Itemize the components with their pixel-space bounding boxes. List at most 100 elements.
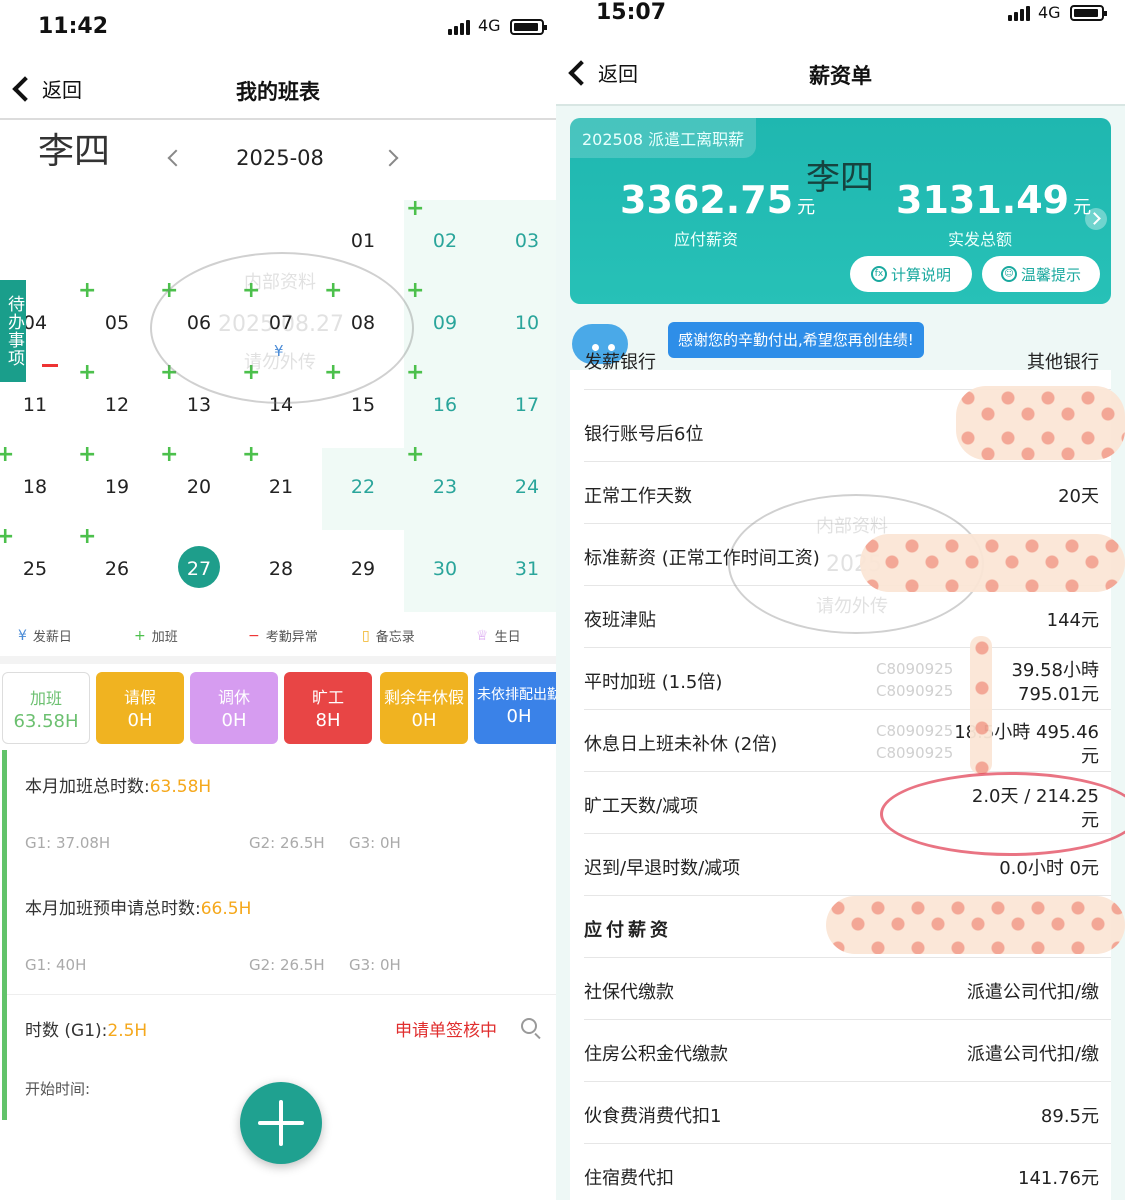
approval-status[interactable]: 申请单签核中: [395, 1016, 497, 1041]
calendar-day[interactable]: +05: [76, 278, 158, 364]
row-key: 社保代缴款: [584, 982, 674, 1003]
todo-tab[interactable]: 待办事项: [0, 280, 26, 382]
overtime-plus-icon: +: [406, 196, 425, 221]
overtime-plus-icon: +: [242, 442, 261, 467]
row-key: 伙食费消费代扣1: [584, 1106, 722, 1127]
card-value: 0H: [506, 706, 532, 727]
calendar-day[interactable]: 22: [322, 446, 404, 528]
calendar-day[interactable]: 17: [486, 364, 556, 446]
legend-payday: ¥ 发薪日: [18, 626, 72, 646]
card-comp-leave[interactable]: 调休 0H: [190, 672, 278, 744]
card-annual-leave[interactable]: 剩余年休假 0H: [380, 672, 468, 744]
day-number: 31: [514, 558, 540, 580]
overtime-plus-icon: +: [406, 442, 425, 467]
calendar-day[interactable]: 28: [240, 528, 322, 610]
row-key: 发薪银行: [584, 352, 656, 373]
calendar-day[interactable]: +23: [404, 442, 486, 528]
status-bar: 11:42 4G: [0, 0, 556, 56]
row-key: 平时加班 (1.5倍): [584, 672, 723, 693]
row-key: 休息日上班未补休 (2倍): [584, 734, 778, 755]
minus-icon: −: [248, 627, 260, 644]
watermark-id: C8090925: [876, 744, 954, 762]
calendar-day[interactable]: +21: [240, 442, 322, 528]
add-button[interactable]: [240, 1082, 322, 1164]
calendar-day[interactable]: 27: [158, 528, 240, 610]
day-number: 23: [432, 476, 458, 498]
calendar-day[interactable]: 03: [486, 200, 556, 282]
row-value: 89.5元: [1040, 1106, 1099, 1127]
privacy-sticker: [956, 386, 1125, 460]
calendar-day[interactable]: +26: [76, 526, 158, 610]
card-unscheduled[interactable]: 未依排配出勤 0H: [474, 672, 556, 744]
legend-label: 发薪日: [32, 630, 72, 645]
hours-label: 时数 (G1):: [25, 1021, 108, 1041]
row-key: 住房公积金代缴款: [584, 1044, 728, 1065]
day-number: 22: [350, 476, 376, 498]
overtime-plus-icon: +: [78, 278, 97, 303]
schedule-screen: 11:42 4G 返回 我的班表 李四 2025-08 ¥ 01 +02 03 04 +…: [0, 0, 556, 1200]
chevron-right-icon[interactable]: [1085, 208, 1107, 230]
watermark-id: C8090925: [876, 660, 954, 678]
g3-apply: G3: 0H: [349, 956, 401, 974]
card-label: 未依排配出勤: [477, 687, 556, 703]
privacy-sticker: [860, 534, 1125, 592]
row-social-insurance: 社保代缴款 派遣公司代扣/缴: [584, 958, 1111, 1020]
overtime-total-label: 本月加班总时数:: [25, 777, 150, 797]
day-number: 27: [186, 558, 212, 580]
legend-birthday: ♕ 生日: [476, 626, 521, 646]
row-key: 应付薪资: [584, 920, 672, 941]
watermark-text-1: 内部资料: [244, 272, 316, 293]
legend-memo: ▯ 备忘录: [362, 626, 415, 646]
overtime-apply: 本月加班预申请总时数:66.5H: [25, 894, 251, 919]
card-label: 调休: [217, 688, 250, 707]
calendar-day[interactable]: 10: [486, 282, 556, 364]
month-navigator: 2025-08: [160, 146, 410, 176]
row-value: 派遣公司代扣/缴: [966, 982, 1099, 1003]
page-title: 薪资单: [809, 64, 872, 88]
calendar-day[interactable]: +12: [76, 362, 158, 446]
calendar-day[interactable]: +20: [158, 442, 240, 528]
status-time: 11:42: [38, 14, 109, 39]
nav-bar: 返回 我的班表: [0, 60, 556, 120]
row-key: 迟到/早退时数/减项: [584, 858, 741, 879]
payslip-screen: 15:07 4G 返回 薪资单 202508 派遣工离职薪 李四 3362.75…: [556, 0, 1125, 1200]
day-number: 01: [350, 230, 376, 252]
row-bank: 发薪银行 其他银行: [584, 328, 1111, 390]
calendar-day[interactable]: 30: [404, 528, 486, 610]
calendar-day[interactable]: +18: [0, 444, 76, 528]
status-bar: 15:07 4G: [556, 0, 1125, 44]
card-value: 0H: [221, 710, 247, 731]
status-time: 15:07: [596, 0, 667, 25]
calendar-day[interactable]: 29: [322, 528, 404, 610]
plus-icon: +: [134, 627, 146, 644]
signal-icon: [1008, 6, 1030, 21]
card-label: 请假: [123, 688, 156, 707]
hours-g1: 时数 (G1):2.5H: [25, 1016, 147, 1041]
legend-label: 生日: [494, 630, 521, 645]
card-overtime[interactable]: 加班 63.58H: [2, 672, 90, 744]
calc-explain-button[interactable]: fx 计算说明: [850, 256, 972, 292]
yen-icon: ¥: [18, 627, 27, 644]
calendar-day[interactable]: +19: [76, 442, 158, 528]
calendar-day[interactable]: +25: [0, 524, 76, 610]
legend-abnormal: − 考勤异常: [248, 626, 318, 646]
overtime-plus-icon: +: [78, 442, 97, 467]
day-number: 19: [104, 476, 130, 498]
search-icon[interactable]: [521, 1018, 537, 1034]
day-number: 12: [104, 394, 130, 416]
highlight-annotation: [880, 772, 1125, 856]
tips-button[interactable]: ☺ 温馨提示: [982, 256, 1100, 292]
overtime-plus-icon: +: [160, 442, 179, 467]
calendar-day[interactable]: +16: [404, 362, 486, 446]
calendar-day[interactable]: +09: [404, 280, 486, 364]
calendar-day[interactable]: +02: [404, 196, 486, 282]
watermark-text-1: 内部资料: [816, 516, 888, 537]
overtime-plus-icon: +: [0, 524, 15, 549]
watermark-id: C8090925: [876, 682, 954, 700]
card-leave[interactable]: 请假 0H: [96, 672, 184, 744]
month-label: 2025-08: [236, 146, 324, 170]
calendar-day[interactable]: 31: [486, 528, 556, 610]
card-absence[interactable]: 旷工 8H: [284, 672, 372, 744]
calendar-day[interactable]: 24: [486, 446, 556, 528]
row-key: 旷工天数/减项: [584, 796, 699, 817]
